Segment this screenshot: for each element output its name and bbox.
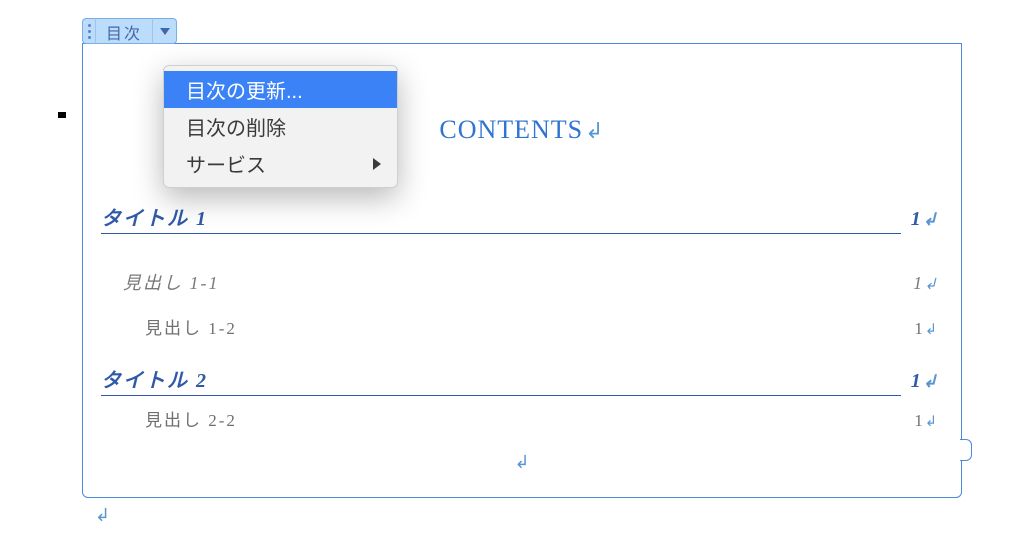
toc-entry-level3[interactable]: 見出し 2-2 1 ↲ [101,406,937,431]
toc-entry-underline [101,233,901,234]
return-mark-icon: ↲ [925,414,937,430]
toc-entry-level1[interactable]: タイトル 2 1 ↲ [101,364,937,393]
return-mark-icon: ↲ [95,505,110,526]
toc-entry-label: 見出し 2-2 [101,406,237,431]
toc-entry-page: 1 [911,370,921,393]
return-mark-icon: ↲ [923,210,937,230]
chevron-down-icon [160,28,170,35]
toc-entry-label: 見出し 1-1 [101,269,220,295]
toc-entry-page: 1 [914,319,923,339]
toc-entry-label: タイトル 1 [101,202,208,231]
toc-field-menu-toggle[interactable] [153,18,177,44]
toc-entry-page: 1 [913,273,922,294]
toc-title-text: CONTENTS [439,115,583,144]
return-mark-icon: ↲ [923,372,937,392]
menu-item-label: 目次の更新... [186,81,303,103]
toc-field-tab[interactable]: 目次 [82,18,177,44]
toc-entry-label: 見出し 1-2 [101,314,237,339]
toc-field-tab-label: 目次 [96,18,153,44]
toc-entry-level3[interactable]: 見出し 1-2 1 ↲ [101,314,937,339]
toc-title: CONTENTS↲ [439,115,604,145]
return-mark-icon: ↲ [585,118,605,143]
chevron-right-icon [373,158,381,170]
return-mark-icon: ↲ [925,322,937,338]
menu-item-label: サービス [186,155,266,177]
menu-item-update-toc[interactable]: 目次の更新... [164,71,397,108]
drag-handle-icon[interactable] [82,18,96,44]
return-mark-icon: ↲ [924,275,937,294]
paragraph-mark [58,112,66,118]
return-mark-icon: ↲ [514,452,529,473]
toc-entry-page: 1 [911,208,921,231]
toc-entry-underline [101,395,901,396]
menu-item-services[interactable]: サービス [164,145,397,182]
toc-entry-level2[interactable]: 見出し 1-1 1 ↲ [101,269,937,295]
menu-item-remove-toc[interactable]: 目次の削除 [164,108,397,145]
toc-entry-page: 1 [914,411,923,431]
toc-context-menu: 目次の更新... 目次の削除 サービス [163,65,398,188]
toc-entry-label: タイトル 2 [101,364,208,393]
toc-entry-level1[interactable]: タイトル 1 1 ↲ [101,202,937,231]
menu-item-label: 目次の削除 [186,118,286,140]
